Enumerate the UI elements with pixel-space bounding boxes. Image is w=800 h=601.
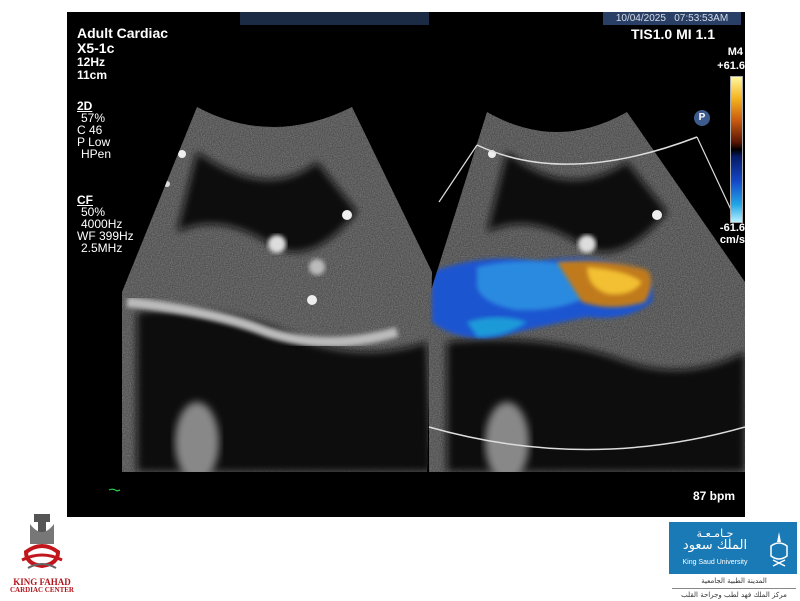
mode-2d-frequency: HPen [81,147,112,161]
probe-label: X5-1c [77,40,115,56]
color-map-label: M4 [727,46,743,58]
tis-mi-readout: TIS1.0 MI 1.1 [630,26,715,42]
top-status-bar [240,12,429,25]
p-marker-badge: P [694,110,710,126]
kfcc-line2: CARDIAC CENTER [10,586,74,594]
ksu-logo: جـامـعـة الملك سعود King Saud University [669,522,797,574]
velocity-unit: cm/s [719,234,745,246]
ksu-sub-1: المدينة الطبية الجامعية [701,577,767,585]
right-color-sector [429,112,745,472]
ksu-sub-2: مركز الملك فهد لطب وجراحة القلب [681,591,787,599]
ecg-marker [108,488,121,492]
ksu-arabic-2: الملك سعود [682,538,748,553]
depth-label: 11cm [77,68,108,82]
date-time: 10/04/2025 07:53:53AM [603,12,741,25]
mode-2d-params: 2D 57% C 46 P Low HPen [77,100,111,160]
velocity-scale-bottom-group: -61.6 cm/s [720,222,745,246]
mode-cf-frequency: 2.5MHz [81,241,123,255]
ultrasound-viewport: 10/04/2025 07:53:53AM Adult Cardiac X5-1… [67,12,745,517]
ksu-arabic-name: جـامـعـة الملك سعود [673,528,757,553]
preset-label: Adult Cardiac [77,25,169,41]
heart-rate: 87 bpm [692,489,735,503]
acquisition-params: Adult Cardiac X5-1c 12Hz 11cm [77,26,168,82]
left-2d-sector [122,107,432,472]
velocity-scale-bottom: -61.6 [719,222,745,234]
color-scale-bar [730,76,743,223]
kfcc-line1: KING FAHAD [13,577,71,587]
ksu-emblem-icon [770,532,788,567]
ksu-subtitle: المدينة الطبية الجامعية مركز الملك فهد ل… [672,576,796,601]
mode-cf-params: CF 50% 4000Hz WF 399Hz 2.5MHz [77,194,134,254]
velocity-scale-top: +61.6 [717,60,745,72]
kfcc-name: KING FAHAD CARDIAC CENTER [4,577,80,595]
ksu-english-name: King Saud University [682,559,748,566]
ultrasound-image [108,107,745,492]
